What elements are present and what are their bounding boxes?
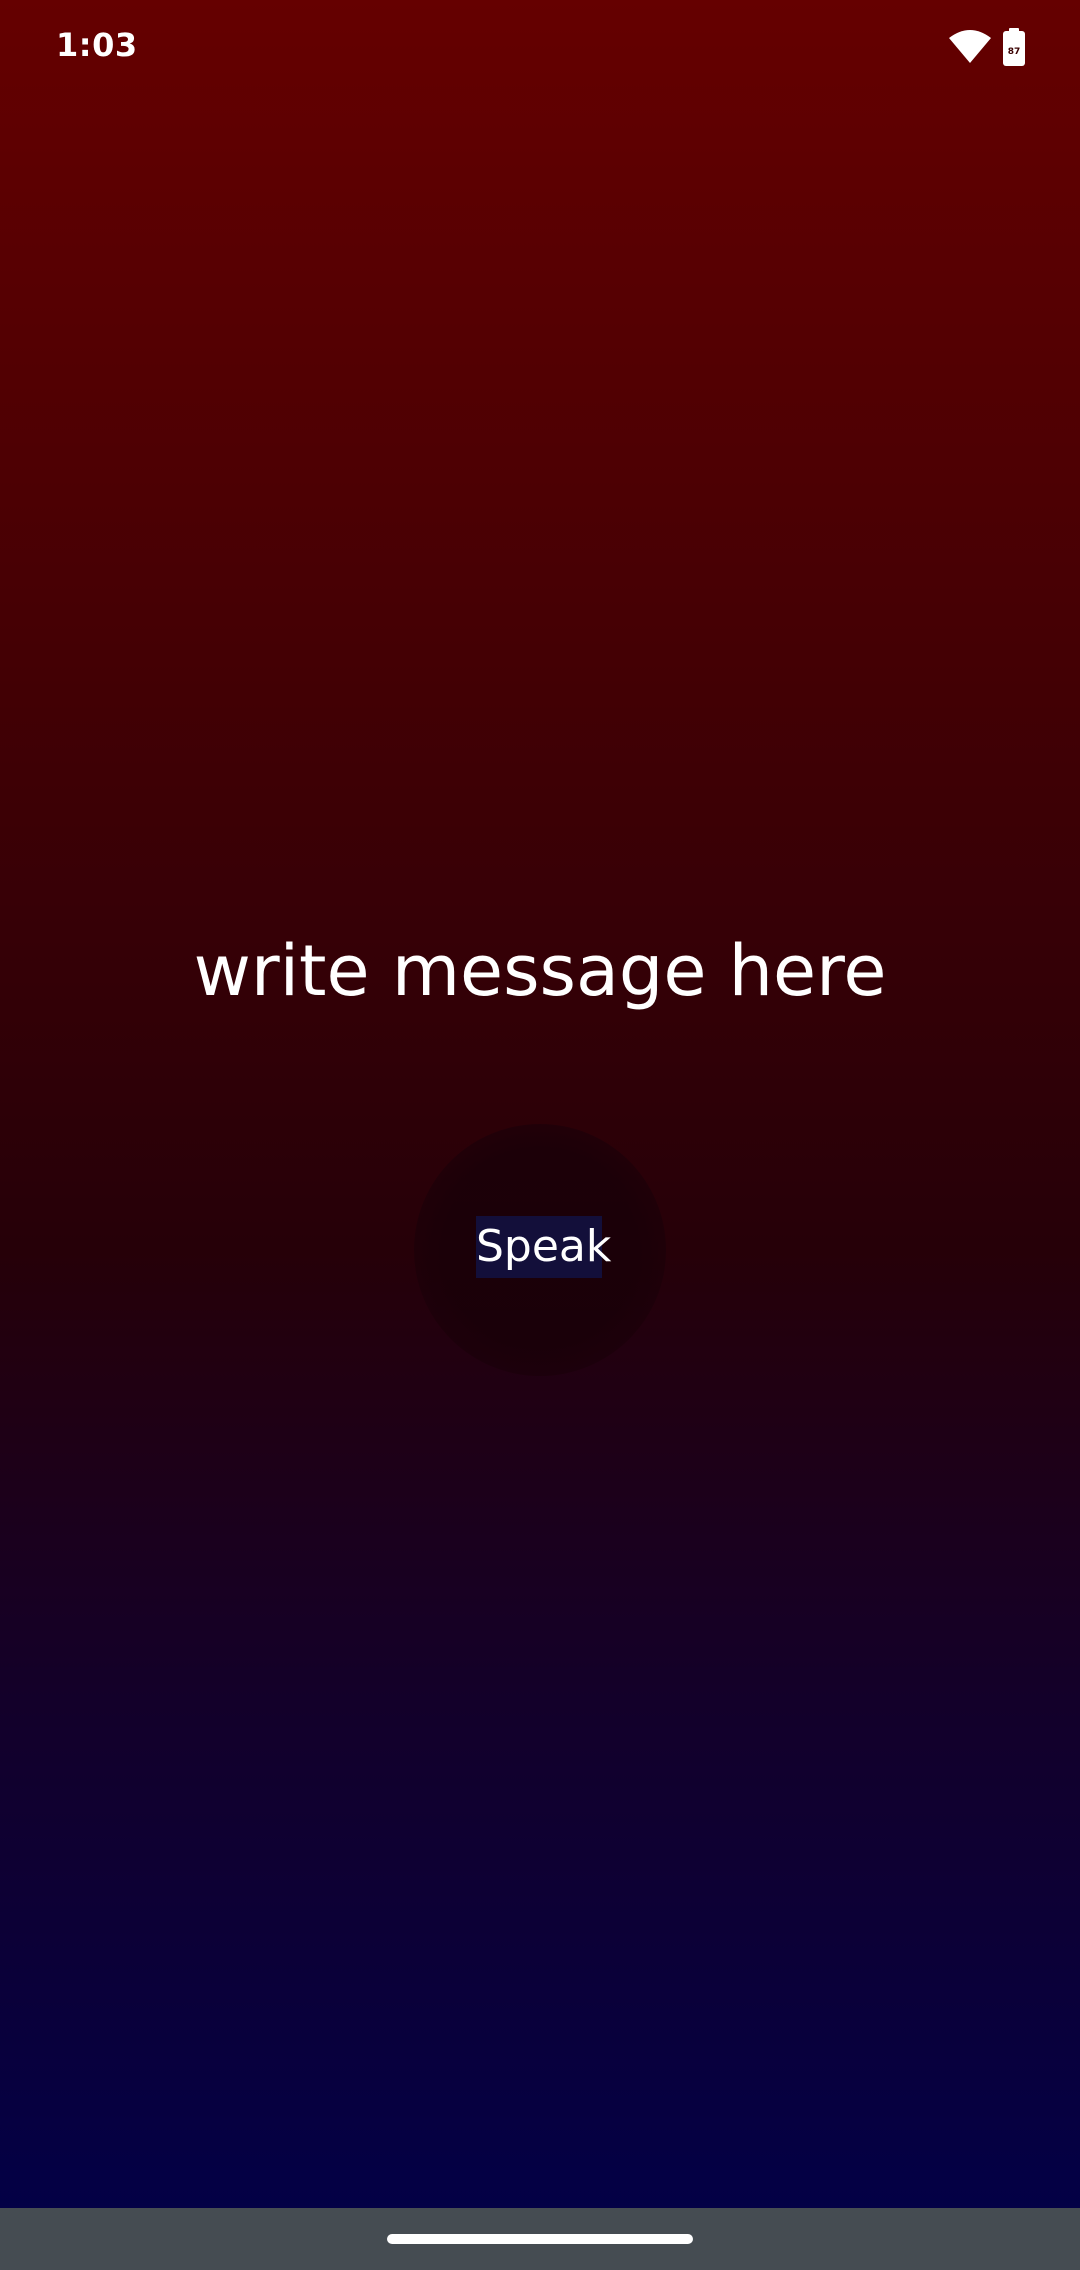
speak-button-label[interactable]: Speak [476, 1216, 611, 1278]
wifi-icon [948, 28, 992, 64]
status-time: 1:03 [56, 26, 138, 64]
navigation-bar [0, 2208, 1080, 2270]
status-bar: 1:03 87 [0, 0, 1080, 96]
message-text: write message here [193, 930, 887, 1012]
battery-level: 87 [1008, 47, 1021, 57]
battery-icon: 87 [1002, 28, 1026, 66]
home-handle[interactable] [387, 2234, 693, 2244]
